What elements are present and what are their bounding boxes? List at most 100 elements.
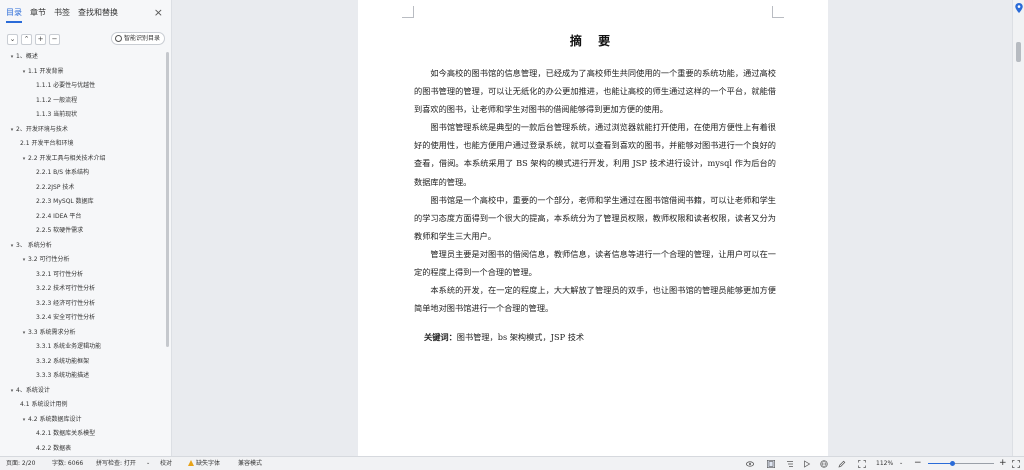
- toc-item[interactable]: 2.2.4 IDEA 平台: [0, 210, 166, 225]
- toc-item[interactable]: 3.2.3 经济可行性分析: [0, 297, 166, 312]
- tab-find-replace[interactable]: 查找和替换: [78, 0, 118, 26]
- caret-down-icon[interactable]: ▾: [8, 384, 16, 399]
- fullscreen-icon[interactable]: [1012, 460, 1020, 468]
- paragraph: 图书馆是一个高校中，重要的一个部分，老师和学生通过在图书馆借阅书籍，可以让老师和…: [414, 194, 776, 241]
- toc-item-label: 2.2 开发工具与相关技术介绍: [28, 154, 106, 162]
- play-icon[interactable]: [803, 460, 811, 468]
- zoom-slider-handle[interactable]: [950, 461, 955, 466]
- toc-list: ▾ 1、概述 ▾ 1.1 开发背景 1.1.1 必要性与优越性 1.1.2 一般流程 1.1…: [0, 50, 166, 470]
- caret-down-icon[interactable]: ▾: [20, 65, 28, 80]
- toc-item[interactable]: ▾ 1、概述: [0, 50, 166, 65]
- toc-item[interactable]: ▾ 3.2 可行性分析: [0, 253, 166, 268]
- zoom-level[interactable]: 112%: [876, 457, 893, 470]
- missing-font-button[interactable]: 缺失字体: [188, 457, 220, 470]
- navigation-panel: 目录 章节 书签 查找和替换 × ⌄ ⌃ + − 智能识别目录 ▾ 1、概述 ▾ 1.…: [0, 0, 172, 466]
- collapse-up-icon[interactable]: ⌃: [21, 33, 32, 45]
- toc-item-label: 4.2.1 数据库关系模型: [36, 430, 96, 437]
- toc-item-label: 2、开发环境与技术: [16, 125, 68, 133]
- toc-item-label: 3.3 系统需求分析: [28, 328, 76, 336]
- toc-item[interactable]: 3.2.1 可行性分析: [0, 268, 166, 283]
- chevron-down-icon[interactable]: ⌄: [899, 457, 903, 470]
- toc-item[interactable]: ▾ 2.2 开发工具与相关技术介绍: [0, 152, 166, 167]
- toc-item[interactable]: ▾ 3、 系统分析: [0, 239, 166, 254]
- toc-item-label: 1.1.3 当前现状: [36, 111, 78, 118]
- toc-item-label: 3.2.2 技术可行性分析: [36, 285, 96, 292]
- nav-scrollbar[interactable]: [166, 52, 169, 347]
- document-scrollbar[interactable]: [1016, 42, 1021, 62]
- collapse-down-icon[interactable]: ⌄: [7, 33, 18, 45]
- toc-item[interactable]: 4.2.1 数据库关系模型: [0, 427, 166, 442]
- toc-item[interactable]: ▾ 3.3 系统需求分析: [0, 326, 166, 341]
- add-heading-icon[interactable]: +: [35, 33, 46, 45]
- abstract-body: 如今高校的图书馆的信息管理，已经成为了高校师生共同使用的一个重要的系统功能，通过…: [414, 64, 776, 317]
- toc-item[interactable]: 3.3.2 系统功能框架: [0, 355, 166, 370]
- paragraph: 如今高校的图书馆的信息管理，已经成为了高校师生共同使用的一个重要的系统功能，通过…: [414, 68, 776, 115]
- toc-item-label: 3.3.1 系统业务逻辑功能: [36, 343, 102, 350]
- toc-item[interactable]: 2.2.3 MySQL 数据库: [0, 195, 166, 210]
- toc-item-label: 4、系统设计: [16, 386, 50, 394]
- toc-item-label: 4.1 系统设计用例: [20, 401, 68, 408]
- chevron-down-icon[interactable]: ⌄: [146, 457, 150, 470]
- toc-item[interactable]: ▾ 4.2 系统数据库设计: [0, 413, 166, 428]
- toc-item-label: 2.2.3 MySQL 数据库: [36, 198, 94, 205]
- keywords: 关键词：图书管理，bs 架构模式，JSP 技术: [424, 328, 584, 346]
- location-pin-icon[interactable]: [1015, 3, 1023, 13]
- page-indicator[interactable]: 页面: 2/20: [6, 457, 35, 470]
- page-view-icon[interactable]: [767, 460, 775, 468]
- toc-item[interactable]: 3.2.4 安全可行性分析: [0, 311, 166, 326]
- remove-heading-icon[interactable]: −: [49, 33, 60, 45]
- toc-item[interactable]: 4.2.2 数据表: [0, 442, 166, 457]
- toc-item[interactable]: 2.1 开发平台和环境: [0, 137, 166, 152]
- zoom-slider-fill: [928, 463, 952, 464]
- toc-item-label: 2.2.1 B/S 体系结构: [36, 169, 90, 176]
- proofread-button[interactable]: 校对: [160, 457, 172, 470]
- caret-down-icon[interactable]: ▾: [20, 326, 28, 341]
- tab-toc[interactable]: 目录: [6, 0, 22, 26]
- toc-item-label: 3、 系统分析: [16, 241, 52, 249]
- fit-page-icon[interactable]: [858, 460, 866, 468]
- toc-item[interactable]: 3.3.1 系统业务逻辑功能: [0, 340, 166, 355]
- word-count[interactable]: 字数: 6066: [52, 457, 83, 470]
- page-corner-mark: [402, 6, 414, 18]
- caret-down-icon[interactable]: ▾: [8, 50, 16, 65]
- document-area: 摘 要 如今高校的图书馆的信息管理，已经成为了高校师生共同使用的一个重要的系统功…: [172, 0, 1012, 456]
- caret-down-icon[interactable]: ▾: [8, 123, 16, 138]
- missing-font-label: 缺失字体: [196, 460, 221, 467]
- tab-bookmarks[interactable]: 书签: [54, 0, 70, 26]
- close-icon[interactable]: ×: [154, 7, 163, 19]
- caret-down-icon[interactable]: ▾: [20, 253, 28, 268]
- toc-item[interactable]: 3.2.2 技术可行性分析: [0, 282, 166, 297]
- toc-item[interactable]: ▾ 1.1 开发背景: [0, 65, 166, 80]
- toc-item[interactable]: 1.1.3 当前现状: [0, 108, 166, 123]
- caret-down-icon[interactable]: ▾: [20, 152, 28, 167]
- caret-down-icon[interactable]: ▾: [8, 239, 16, 254]
- toc-item[interactable]: 2.2.1 B/S 体系结构: [0, 166, 166, 181]
- toc-item[interactable]: ▾ 2、开发环境与技术: [0, 123, 166, 138]
- spell-check-toggle[interactable]: 拼写检查: 打开: [96, 457, 136, 470]
- nav-tabs: 目录 章节 书签 查找和替换 ×: [0, 0, 171, 26]
- toc-item[interactable]: 1.1.2 一般流程: [0, 94, 166, 109]
- toc-item[interactable]: 4.1 系统设计用例: [0, 398, 166, 413]
- toc-item[interactable]: 2.2.2JSP 技术: [0, 181, 166, 196]
- toc-item[interactable]: 2.2.5 软硬件需求: [0, 224, 166, 239]
- paragraph: 图书馆管理系统是典型的一款后台管理系统，通过浏览器就能打开使用，在使用方便性上有…: [414, 122, 776, 187]
- toc-item[interactable]: 1.1.1 必要性与优越性: [0, 79, 166, 94]
- smart-toc-button[interactable]: 智能识别目录: [110, 32, 165, 45]
- smart-toc-label: 智能识别目录: [123, 35, 160, 42]
- web-view-icon[interactable]: [820, 460, 828, 468]
- eye-icon[interactable]: [746, 460, 754, 468]
- toc-item-label: 2.2.5 软硬件需求: [36, 227, 84, 234]
- smart-icon: [114, 35, 122, 42]
- pen-icon[interactable]: [838, 460, 846, 468]
- outline-view-icon[interactable]: [786, 460, 794, 468]
- caret-down-icon[interactable]: ▾: [20, 413, 28, 428]
- toc-item[interactable]: 3.3.3 系统功能描述: [0, 369, 166, 384]
- zoom-out-icon[interactable]: −: [914, 457, 922, 469]
- toc-item-label: 4.2 系统数据库设计: [28, 415, 82, 423]
- document-page[interactable]: 摘 要 如今高校的图书馆的信息管理，已经成为了高校师生共同使用的一个重要的系统功…: [358, 0, 828, 456]
- keywords-value: 图书管理，bs 架构模式，JSP 技术: [456, 332, 585, 342]
- zoom-in-icon[interactable]: +: [999, 457, 1007, 469]
- toc-item-label: 3.2 可行性分析: [28, 256, 70, 263]
- tab-chapters[interactable]: 章节: [30, 0, 46, 26]
- toc-item[interactable]: ▾ 4、系统设计: [0, 384, 166, 399]
